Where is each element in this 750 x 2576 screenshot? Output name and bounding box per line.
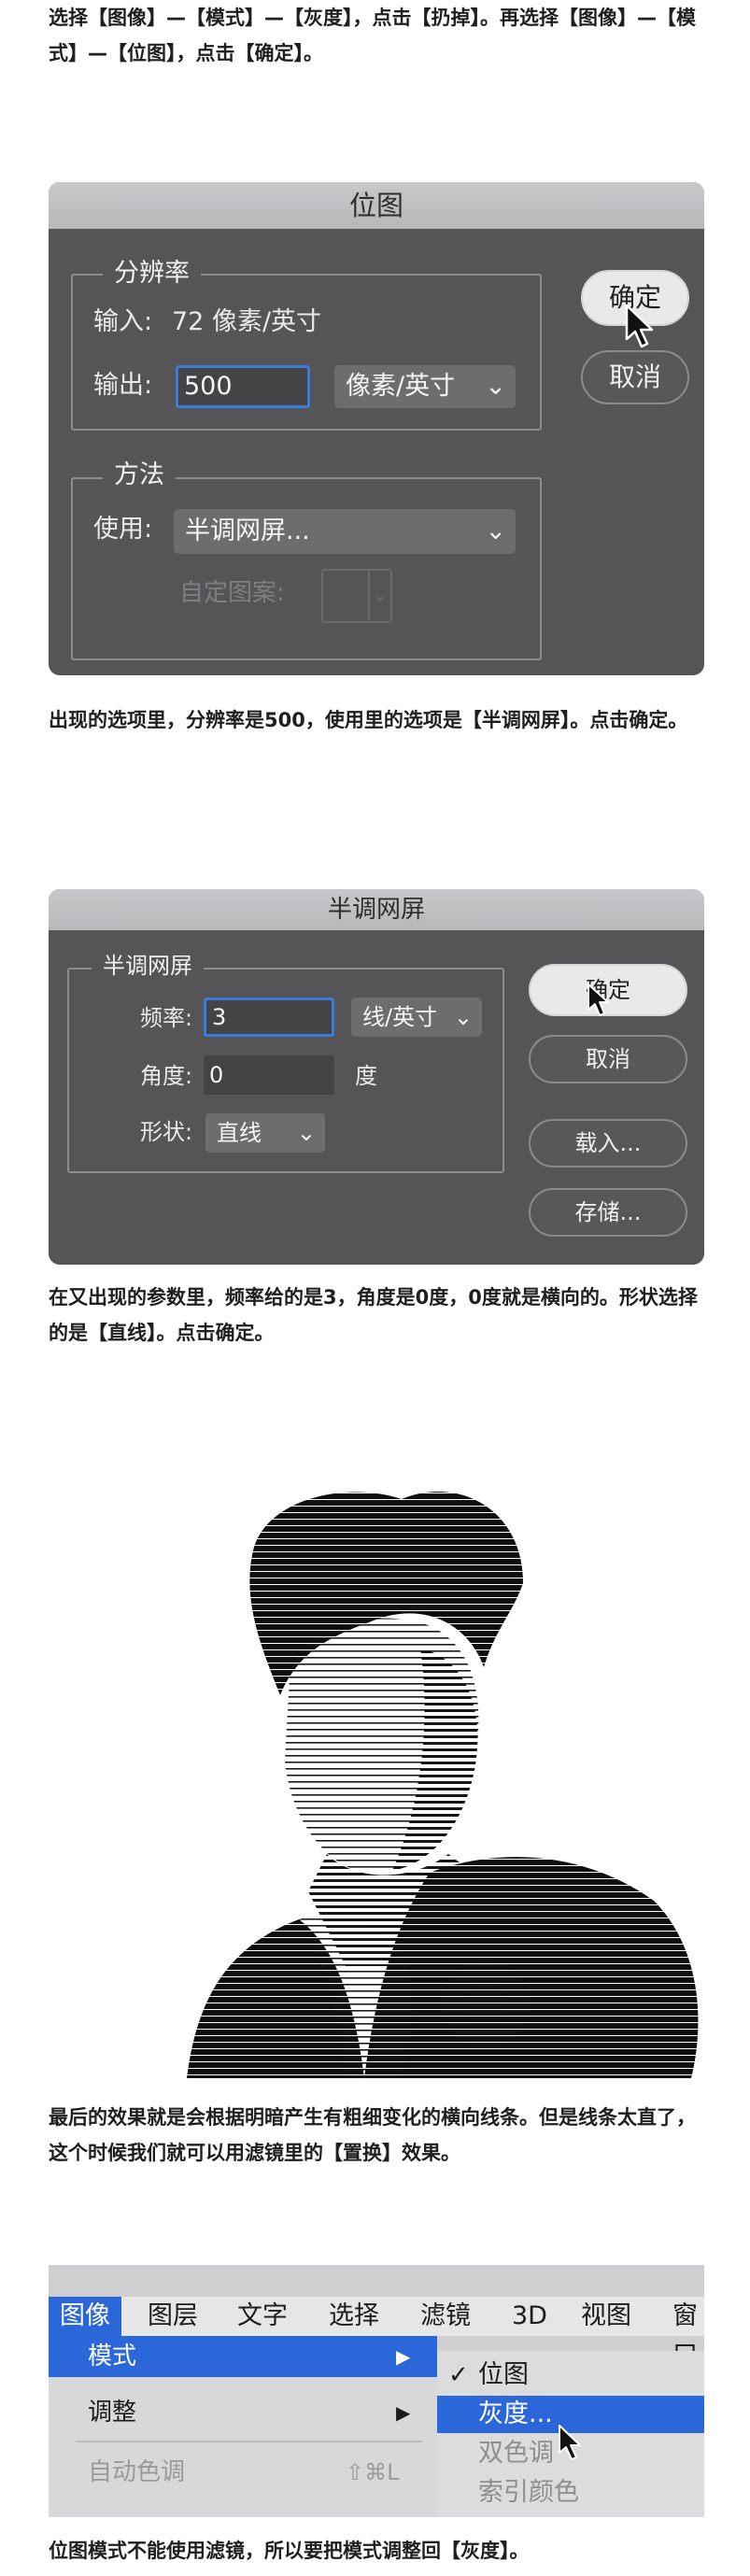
shape-value: 直线 [217, 1120, 262, 1146]
angle-label: 角度: [140, 1063, 193, 1089]
chevron-down-icon: ⌄ [453, 1004, 473, 1030]
menubar-item-select[interactable]: 选择 [318, 2297, 390, 2336]
menubar-item-filter[interactable]: 滤镜 [409, 2297, 482, 2336]
image-menu-screenshot: 图像 图层 文字 选择 滤镜 3D 视图 窗口 模式 ▶ 调整 ▶ 自动色调 ⇧… [49, 2265, 704, 2517]
menubar-item-3d[interactable]: 3D [501, 2297, 559, 2336]
output-unit-select[interactable]: 像素/英寸 ⌄ [334, 365, 516, 408]
custom-pattern-picker: ⌄ [321, 569, 392, 623]
menu-item-label: 模式 [88, 2342, 137, 2371]
chevron-down-icon: ⌄ [296, 1120, 316, 1146]
paragraph-resolution: 出现的选项里，分辨率是500，使用里的选项是【半调网屏】。点击确定。 [49, 709, 688, 731]
frequency-unit-label: 线/英寸 [362, 1004, 438, 1030]
submenu-item-label: 灰度... [478, 2399, 553, 2428]
menubar-item-layer[interactable]: 图层 [136, 2297, 209, 2336]
triangle-right-icon: ▶ [396, 2401, 411, 2424]
output-resolution-field[interactable]: 500 [176, 365, 310, 408]
menu-separator [77, 2441, 422, 2442]
halftone-portrait-image [187, 1492, 699, 2078]
menu-item-adjustments[interactable]: 调整 ▶ [49, 2392, 437, 2433]
bitmap-dialog: 位图 分辨率 输入: 72 像素/英寸 输出: 500 像素/英寸 ⌄ 方法 使… [49, 182, 704, 675]
menubar-item-type[interactable]: 文字 [226, 2297, 299, 2336]
menu-item-shortcut: ⇧⌘L [346, 2459, 400, 2485]
checkmark-icon: ✓ [448, 2361, 469, 2389]
menu-item-label: 调整 [88, 2399, 137, 2427]
menu-item-mode[interactable]: 模式 ▶ [49, 2336, 437, 2377]
output-label: 输出: [93, 371, 153, 400]
resolution-group-label: 分辨率 [103, 255, 201, 292]
submenu-item-indexed-color[interactable]: 索引颜色 [437, 2474, 704, 2512]
output-unit-label: 像素/英寸 [346, 372, 456, 401]
halftone-group-label: 半调网屏 [92, 949, 204, 983]
chevron-down-icon: ⌄ [485, 517, 506, 545]
frequency-label: 频率: [140, 1005, 193, 1031]
method-select[interactable]: 半调网屏... ⌄ [174, 509, 516, 554]
submenu-item-label: 索引颜色 [478, 2478, 579, 2507]
submenu-item-label: 位图 [478, 2360, 529, 2389]
shape-select[interactable]: 直线 ⌄ [205, 1113, 325, 1153]
paragraph-grayscale-note: 位图模式不能使用滤镜，所以要把模式调整回【灰度】。 [49, 2540, 530, 2562]
angle-field[interactable]: 0 [204, 1055, 334, 1095]
submenu-item-label: 双色调 [478, 2439, 554, 2468]
submenu-item-bitmap[interactable]: ✓ 位图 [437, 2357, 704, 2394]
cancel-button[interactable]: 取消 [581, 350, 689, 404]
angle-unit-label: 度 [355, 1063, 377, 1089]
method-group [71, 477, 542, 660]
shape-label: 形状: [140, 1119, 193, 1145]
image-dropdown-menu: 模式 ▶ 调整 ▶ 自动色调 ⇧⌘L [49, 2336, 437, 2517]
mouse-pointer-icon [625, 304, 654, 348]
use-label: 使用: [93, 515, 153, 544]
input-resolution-value: 72 像素/英寸 [172, 307, 322, 336]
input-label: 输入: [93, 307, 153, 336]
load-button[interactable]: 载入... [529, 1119, 687, 1168]
frequency-field[interactable]: 3 [204, 998, 334, 1037]
menubar-item-image[interactable]: 图像 [49, 2297, 121, 2336]
dialog-title: 位图 [49, 182, 704, 229]
frequency-unit-select[interactable]: 线/英寸 ⌄ [351, 998, 482, 1037]
menu-item-auto-tone[interactable]: 自动色调 ⇧⌘L [49, 2452, 437, 2493]
triangle-right-icon: ▶ [396, 2345, 411, 2368]
save-button[interactable]: 存储... [529, 1188, 687, 1237]
mouse-pointer-icon [559, 2425, 581, 2460]
menu-item-label: 自动色调 [88, 2458, 186, 2486]
dialog-title: 半调网屏 [49, 889, 704, 930]
menubar-item-window[interactable]: 窗口 [661, 2297, 704, 2370]
chevron-down-icon: ⌄ [485, 372, 506, 401]
paragraph-halftone-params: 在又出现的参数里，频率给的是3，角度是0度，0度就是横向的。形状选择的是【直线】… [49, 1286, 698, 1344]
paragraph-result: 最后的效果就是会根据明暗产生有粗细变化的横向线条。但是线条太直了，这个时候我们就… [49, 2106, 696, 2164]
mouse-pointer-icon [587, 984, 609, 1016]
chevron-down-icon: ⌄ [368, 571, 390, 621]
paragraph-intro: 选择【图像】—【模式】—【灰度】，点击【扔掉】。再选择【图像】—【模式】—【位图… [49, 7, 696, 64]
method-group-label: 方法 [103, 457, 176, 494]
custom-pattern-label: 自定图案: [179, 579, 285, 607]
cancel-button[interactable]: 取消 [529, 1035, 687, 1083]
menubar: 图像 图层 文字 选择 滤镜 3D 视图 窗口 [49, 2297, 704, 2370]
menubar-item-view[interactable]: 视图 [570, 2297, 643, 2336]
method-value: 半调网屏... [185, 517, 310, 545]
halftone-dialog: 半调网屏 半调网屏 频率: 3 线/英寸 ⌄ 角度: 0 度 形状: 直线 ⌄ … [49, 889, 704, 1265]
